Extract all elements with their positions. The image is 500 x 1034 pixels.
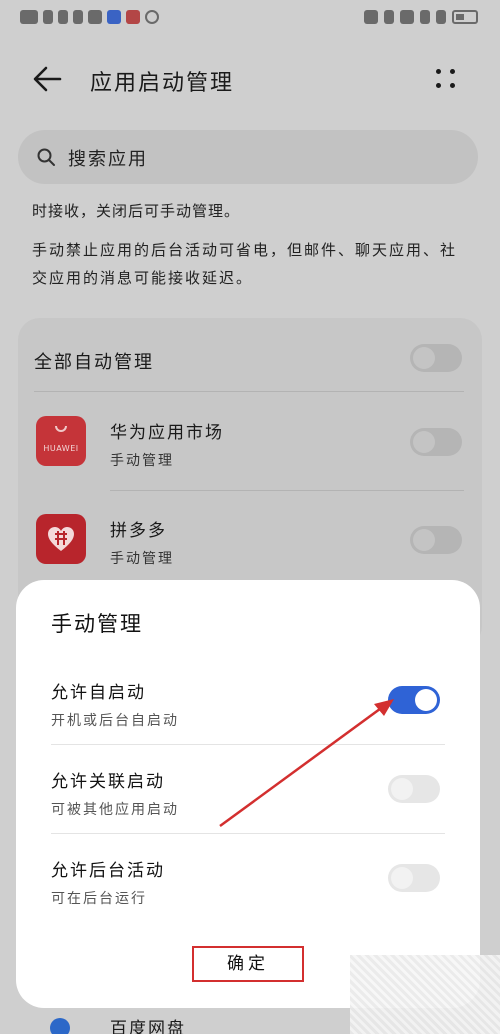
header: 应用启动管理	[0, 55, 500, 105]
app-status: 手动管理	[110, 453, 174, 469]
baidu-netdisk-icon	[50, 1018, 70, 1034]
app-auto-manage-toggle[interactable]	[410, 526, 462, 554]
divider	[51, 833, 445, 834]
auto-launch-toggle[interactable]	[388, 686, 440, 714]
more-options-icon[interactable]	[436, 65, 460, 93]
all-auto-manage-label: 全部自动管理	[34, 352, 154, 373]
pinduoduo-icon	[36, 514, 86, 564]
wifi-icon	[73, 10, 83, 24]
nfc-icon	[384, 10, 394, 24]
option-description: 可被其他应用启动	[51, 802, 179, 818]
mail-notification-icon	[126, 10, 140, 24]
toggle-knob	[413, 347, 435, 369]
toggle-knob	[413, 529, 435, 551]
app-name: 华为应用市场	[110, 423, 224, 443]
alarm-icon	[400, 10, 414, 24]
toggle-knob	[391, 867, 413, 889]
background-activity-toggle[interactable]	[388, 864, 440, 892]
all-auto-manage-toggle[interactable]	[410, 344, 462, 372]
dialog-title: 手动管理	[51, 612, 143, 636]
mobile-signal-2-icon	[58, 10, 68, 24]
hd-signal-icon	[20, 10, 38, 24]
status-bar	[0, 0, 500, 40]
search-icon	[37, 148, 55, 166]
vibrate-icon	[436, 10, 446, 24]
eye-comfort-icon	[364, 10, 378, 24]
divider	[51, 744, 445, 745]
confirm-button[interactable]: 确定	[192, 946, 304, 982]
status-bar-right	[364, 10, 478, 24]
heart-logo-icon	[48, 527, 74, 551]
app-name-partial: 百度网盘	[110, 1019, 186, 1034]
manual-manage-dialog: 手动管理 允许自启动 开机或后台自启动 允许关联启动 可被其他应用启动 允许后台…	[16, 580, 480, 1008]
mobile-signal-icon	[43, 10, 53, 24]
option-label: 允许关联启动	[51, 772, 165, 792]
app-status: 手动管理	[110, 551, 174, 567]
info-text-warning: 手动禁止应用的后台活动可省电，但邮件、聊天应用、社交应用的消息可能接收延迟。	[32, 241, 458, 287]
watermark	[350, 955, 500, 1034]
page-title: 应用启动管理	[90, 71, 235, 96]
app-notification-icon	[107, 10, 121, 24]
toggle-knob	[415, 689, 437, 711]
app-name: 拼多多	[110, 521, 167, 541]
back-arrow-icon[interactable]	[30, 63, 66, 95]
info-text-partial: 时接收，关闭后可手动管理。	[32, 202, 241, 220]
option-description: 可在后台运行	[51, 891, 147, 907]
option-description: 开机或后台自启动	[51, 713, 179, 729]
bluetooth-icon	[420, 10, 430, 24]
search-input[interactable]: 搜索应用	[18, 130, 478, 184]
app-auto-manage-toggle[interactable]	[410, 428, 462, 456]
search-placeholder: 搜索应用	[68, 149, 148, 170]
status-bar-left	[20, 10, 159, 24]
divider	[34, 391, 464, 392]
option-label: 允许后台活动	[51, 861, 165, 881]
chat-notification-icon	[88, 10, 102, 24]
huawei-appgallery-icon: HUAWEI	[36, 416, 86, 466]
vpn-icon	[145, 10, 159, 24]
huawei-logo-text: HUAWEI	[43, 444, 79, 453]
shopping-bag-icon	[55, 426, 67, 432]
divider	[110, 490, 464, 491]
toggle-knob	[413, 431, 435, 453]
associated-launch-toggle[interactable]	[388, 775, 440, 803]
option-label: 允许自启动	[51, 683, 146, 703]
toggle-knob	[391, 778, 413, 800]
battery-icon	[452, 10, 478, 24]
